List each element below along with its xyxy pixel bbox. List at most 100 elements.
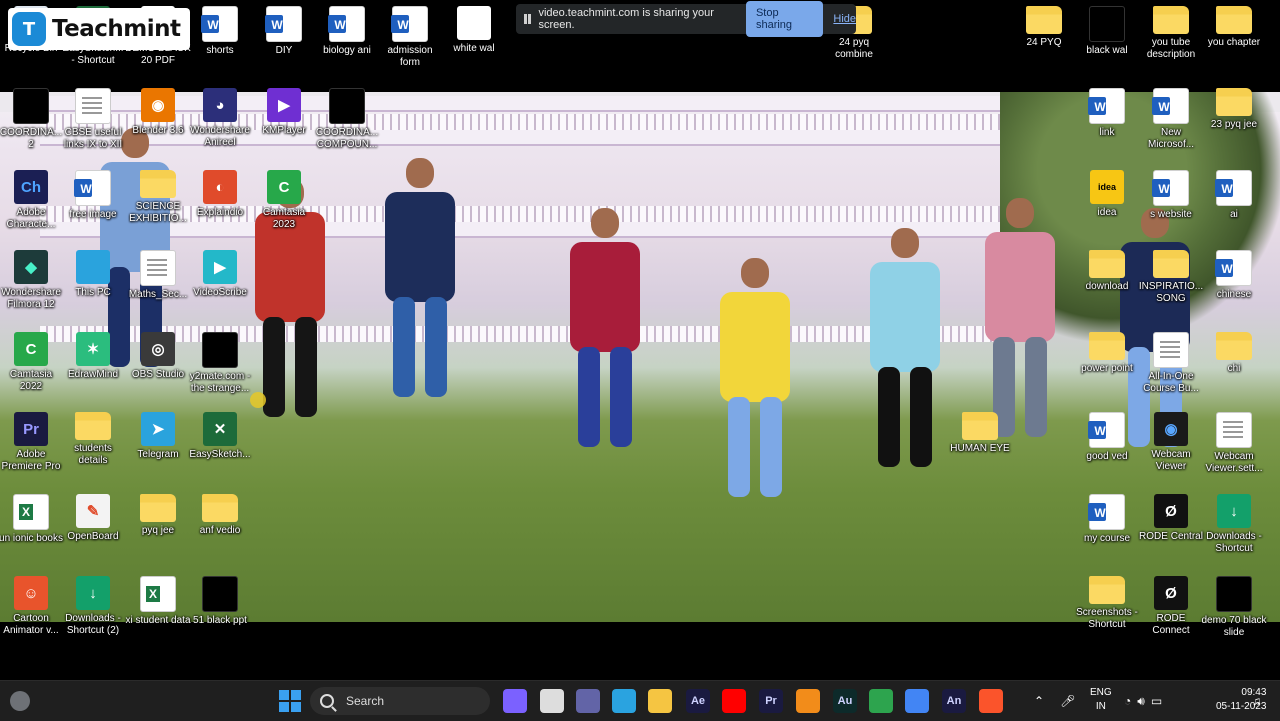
desktop-icon[interactable]: white wal	[442, 6, 506, 55]
desktop-icon[interactable]: Wmy course	[1075, 494, 1139, 545]
desktop-icon[interactable]: you chapter	[1202, 6, 1266, 49]
desktop-icon[interactable]: ◉ Webcam Viewer	[1139, 412, 1203, 473]
desktop-icon[interactable]: 23 pyq jee	[1202, 88, 1266, 131]
desktop-icon[interactable]: ◎ OBS Studio	[126, 332, 190, 381]
desktop-icon[interactable]: ✶ EdrawMind	[61, 332, 125, 381]
copilot-icon[interactable]	[503, 689, 527, 713]
desktop-icon-label: shorts	[206, 45, 234, 56]
weather-widget-icon[interactable]	[10, 691, 30, 711]
desktop-icon[interactable]: Wchinese	[1202, 250, 1266, 301]
chevron-up-icon[interactable]: ⌃	[1034, 694, 1044, 708]
desktop-icon[interactable]: ▶ VideoScribe	[188, 250, 252, 299]
desktop-icon-label: you chapter	[1207, 37, 1261, 48]
notification-bell-icon[interactable]: ♫	[1252, 681, 1261, 721]
status-icons[interactable]: ◔ 🔊︎ ▭	[1124, 681, 1162, 721]
desktop-icon[interactable]: download	[1075, 250, 1139, 293]
desktop-icon[interactable]: Wlink	[1075, 88, 1139, 139]
desktop-icon[interactable]: students details	[61, 412, 125, 467]
audition-icon[interactable]: Au	[833, 689, 857, 713]
desktop-icon[interactable]: Ø RODE Connect	[1139, 576, 1203, 637]
desktop-icon[interactable]: black wal	[1075, 6, 1139, 57]
desktop-icon[interactable]: 51 black ppt	[188, 576, 252, 627]
desktop-icon[interactable]: COORDINA... 2	[0, 88, 63, 151]
desktop-icon[interactable]: C Camtasia 2022	[0, 332, 63, 393]
desktop-icon[interactable]: Xxi student data	[125, 576, 191, 627]
desktop-icon[interactable]: Wshorts	[188, 6, 252, 57]
desktop-icon[interactable]: W New Microsof...	[1139, 88, 1203, 151]
language-indicator[interactable]: ENG IN	[1090, 686, 1112, 714]
chrome-icon[interactable]	[905, 689, 929, 713]
desktop-icon[interactable]: Webcam Viewer.sett...	[1202, 412, 1266, 475]
desktop-icon[interactable]: you tube description	[1139, 6, 1203, 61]
kmplayer-icon: ▶	[267, 88, 301, 122]
desktop-icon[interactable]: Wgood ved	[1075, 412, 1139, 463]
desktop-icon[interactable]: anf vedio	[188, 494, 252, 537]
wallpaper-person-leg	[878, 367, 900, 467]
desktop-icon[interactable]: pyq jee	[126, 494, 190, 537]
premiere-taskbar-icon[interactable]: Pr	[759, 689, 783, 713]
desktop-icon[interactable]: Wai	[1202, 170, 1266, 221]
desktop-icon[interactable]: ↓ Downloads - Shortcut (2)	[61, 576, 125, 637]
edge-icon[interactable]	[612, 689, 636, 713]
teams-icon[interactable]	[576, 689, 600, 713]
desktop-icon[interactable]: demo 70 black slide	[1201, 576, 1267, 639]
camtasia-taskbar-icon[interactable]	[869, 689, 893, 713]
desktop-icon[interactable]: Wbiology ani	[315, 6, 379, 57]
desktop-icon[interactable]: ✎ OpenBoard	[61, 494, 125, 543]
desktop-icon[interactable]: ✕ EasySketch...	[188, 412, 252, 461]
start-button[interactable]	[279, 690, 301, 712]
filmora-icon: ◆	[14, 250, 48, 284]
wallpaper-person	[385, 192, 455, 302]
desktop-icon[interactable]: INSPIRATIO... SONG	[1139, 250, 1203, 305]
desktop-icon[interactable]: Wadmission form	[378, 6, 442, 69]
desktop-icon[interactable]: Ws website	[1139, 170, 1203, 221]
after-effects-icon[interactable]: Ae	[686, 689, 710, 713]
desktop-icon[interactable]: ◕ Wondershare Anireel	[188, 88, 252, 149]
animate-icon[interactable]: An	[942, 689, 966, 713]
word-doc-icon: W	[1215, 250, 1252, 286]
desktop-icon[interactable]: power point	[1075, 332, 1139, 375]
desktop-icon[interactable]: ◉ Blender 3.6	[126, 88, 190, 137]
desktop-icon[interactable]: idea idea	[1075, 170, 1139, 219]
desktop-icon[interactable]: ◆ Wondershare Filmora 12	[0, 250, 63, 311]
desktop-icon[interactable]: W DIY	[252, 6, 316, 57]
desktop-icon[interactable]: Ø RODE Central	[1139, 494, 1203, 543]
desktop-icon[interactable]: ➤ Telegram	[126, 412, 190, 461]
desktop-icon[interactable]: Pr Adobe Premiere Pro	[0, 412, 63, 473]
wallpaper-person-leg	[578, 347, 600, 447]
task-view-icon[interactable]	[540, 689, 564, 713]
stop-sharing-button[interactable]: Stop sharing	[745, 1, 824, 37]
microphone-icon[interactable]: 🎤︎	[1060, 694, 1075, 708]
desktop-icon-label: Adobe Characte...	[6, 207, 56, 230]
desktop-icon[interactable]: Wfree image	[61, 170, 125, 221]
desktop-icon[interactable]: Xun ionic books	[0, 494, 63, 545]
openboard-icon: ✎	[76, 494, 110, 528]
hide-link[interactable]: Hide	[833, 13, 856, 25]
desktop-icon[interactable]: ◐ Explaindio	[188, 170, 252, 219]
file-explorer-icon[interactable]	[648, 689, 672, 713]
desktop-icon[interactable]: y2mate.com - the strange...	[188, 332, 252, 395]
wallpaper-person	[720, 292, 790, 402]
desktop-icon[interactable]: COORDINA... COMPOUN...	[315, 88, 379, 151]
desktop-icon[interactable]: chi	[1202, 332, 1266, 375]
desktop-icon[interactable]: 24 PYQ	[1012, 6, 1076, 49]
desktop-icon[interactable]: ▶ KMPlayer	[252, 88, 316, 137]
brave-icon[interactable]	[979, 689, 1003, 713]
desktop-icon-label: Cartoon Animator v...	[3, 613, 59, 636]
desktop-icon[interactable]: ↓ Downloads - Shortcut	[1202, 494, 1266, 555]
desktop-icon[interactable]: Maths_Sec...	[126, 250, 190, 301]
desktop-icon[interactable]: Screenshots - Shortcut	[1075, 576, 1139, 631]
desktop-icon[interactable]: ☺ Cartoon Animator v...	[0, 576, 63, 637]
youtube-icon[interactable]	[722, 689, 746, 713]
desktop-icon[interactable]: Ch Adobe Characte...	[0, 170, 63, 231]
desktop-icon-label: Webcam Viewer	[1151, 449, 1191, 472]
desktop-icon[interactable]: All-In-One Course Bu...	[1139, 332, 1203, 395]
desktop-icon[interactable]: C Camtasia 2023	[252, 170, 316, 231]
desktop-icon[interactable]: HUMAN EYE	[948, 412, 1012, 455]
desktop-icon[interactable]: This PC	[61, 250, 125, 299]
desktop-icon[interactable]: SCIENCE EXHIBITIO...	[126, 170, 190, 225]
word-doc-icon: W	[201, 6, 238, 42]
vlc-icon[interactable]	[796, 689, 820, 713]
desktop-icon[interactable]: CBSE useful links IX to XII	[61, 88, 125, 151]
taskbar-search[interactable]: Search	[310, 687, 490, 715]
